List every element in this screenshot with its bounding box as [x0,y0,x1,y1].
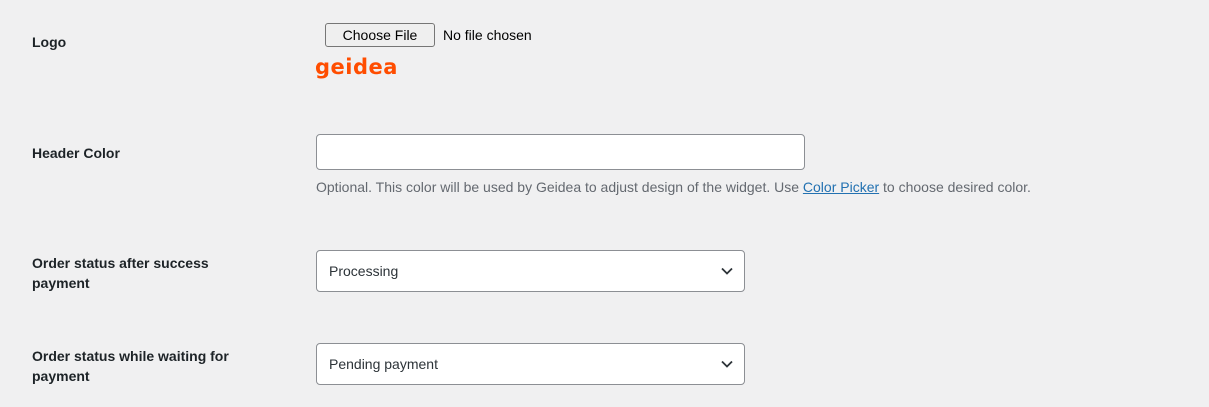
selected-value: Pending payment [329,356,438,372]
choose-file-button[interactable]: Choose File [325,23,435,47]
label-line-1: Order status after success [32,255,209,271]
description-text-end: to choose desired color. [879,179,1031,195]
order-status-waiting-label: Order status while waiting for payment [32,346,229,386]
label-line-2: payment [32,275,90,291]
selected-value: Processing [329,263,399,279]
order-status-waiting-select[interactable]: Pending payment [316,343,745,385]
header-color-input[interactable] [316,134,805,170]
description-text: Optional. This color will be used by Gei… [316,179,803,195]
order-status-success-select[interactable]: Processing [316,250,745,292]
label-line-2: payment [32,368,90,384]
label-line-1: Order status while waiting for [32,348,229,364]
header-color-label: Header Color [32,145,120,161]
file-status-text: No file chosen [443,27,532,43]
logo-label: Logo [32,34,67,50]
chevron-down-icon [721,267,733,275]
order-status-success-label: Order status after success payment [32,253,209,293]
chevron-down-icon [721,360,733,368]
color-picker-link[interactable]: Color Picker [803,179,879,195]
geidea-logo: geidea [315,55,398,79]
header-color-description: Optional. This color will be used by Gei… [316,177,1031,197]
